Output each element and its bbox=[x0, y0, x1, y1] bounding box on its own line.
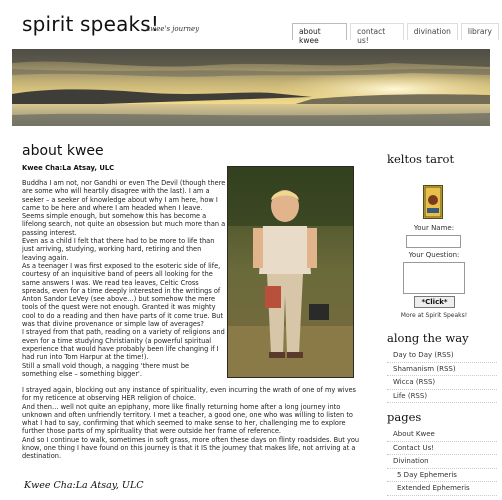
tarot-widget-title: keltos tarot bbox=[387, 152, 455, 166]
feed-link-shamanism[interactable]: Shamanism (RSS) bbox=[387, 363, 497, 376]
your-name-input[interactable] bbox=[406, 235, 461, 248]
signature: Kwee Cha:La Atsay, ULC bbox=[24, 480, 144, 491]
post-paragraph: I strayed again, blocking out any instan… bbox=[22, 386, 356, 403]
post-paragraph: And so I continue to walk, sometimes in … bbox=[22, 435, 360, 461]
your-name-label: Your Name: bbox=[413, 224, 455, 232]
post-paragraph: Seems simple enough, but somehow this ha… bbox=[22, 212, 226, 237]
post-paragraph: And then… well not quite an epiphany, mo… bbox=[22, 402, 353, 436]
nav-divination[interactable]: divination bbox=[406, 23, 458, 40]
post-paragraph: As a teenager I was first exposed to the… bbox=[22, 261, 224, 329]
post-paragraph: Even as a child I felt that there had to… bbox=[22, 237, 215, 262]
feed-link-life[interactable]: Life (RSS) bbox=[387, 390, 497, 403]
tarot-click-button[interactable]: *Click* bbox=[414, 296, 455, 308]
childhood-photo bbox=[227, 166, 354, 378]
along-the-way-title: along the way bbox=[387, 331, 469, 345]
post-paragraph: Buddha I am not, nor Gandhi or even The … bbox=[22, 179, 226, 212]
site-subtitle: kwee's journey bbox=[146, 25, 200, 33]
nav-about-kwee[interactable]: about kwee bbox=[292, 23, 348, 45]
tarot-credit-link[interactable]: More at Spirit Speaks! bbox=[384, 312, 484, 319]
post-body: Buddha I am not, nor Gandhi or even The … bbox=[22, 179, 226, 378]
your-question-input[interactable] bbox=[403, 262, 465, 294]
page-link-extended-ephemeris[interactable]: Extended Ephemeris bbox=[387, 482, 497, 496]
post-body-continued: I strayed again, blocking out any instan… bbox=[22, 386, 362, 461]
header-banner-image bbox=[12, 49, 490, 126]
pages-list: About Kwee Contact Us! Divination 5 Day … bbox=[387, 428, 497, 496]
tarot-card-image[interactable] bbox=[423, 185, 443, 219]
feed-link-day-to-day[interactable]: Day to Day (RSS) bbox=[387, 349, 497, 363]
nav-library[interactable]: library bbox=[460, 23, 499, 40]
page-link-about-kwee[interactable]: About Kwee bbox=[387, 428, 497, 442]
post-paragraph: I strayed from that path, reading on a v… bbox=[22, 328, 225, 362]
page-link-contact-us[interactable]: Contact Us! bbox=[387, 442, 497, 455]
pages-title: pages bbox=[387, 410, 422, 424]
post-paragraph: Still a small void though, a nagging 'th… bbox=[22, 361, 190, 378]
page-link-5-day-ephemeris[interactable]: 5 Day Ephemeris bbox=[387, 469, 497, 482]
nav-contact-us[interactable]: contact us! bbox=[350, 23, 404, 45]
site-title[interactable]: spirit speaks! bbox=[22, 12, 159, 36]
post-title: about kwee bbox=[22, 143, 104, 159]
post-author: Kwee Cha:La Atsay, ULC bbox=[22, 164, 115, 172]
page-link-divination[interactable]: Divination bbox=[387, 455, 497, 469]
along-the-way-list: Day to Day (RSS) Shamanism (RSS) Wicca (… bbox=[387, 349, 497, 403]
your-question-label: Your Question: bbox=[408, 251, 460, 259]
main-nav: about kwee contact us! divination librar… bbox=[292, 23, 502, 45]
feed-link-wicca[interactable]: Wicca (RSS) bbox=[387, 376, 497, 390]
